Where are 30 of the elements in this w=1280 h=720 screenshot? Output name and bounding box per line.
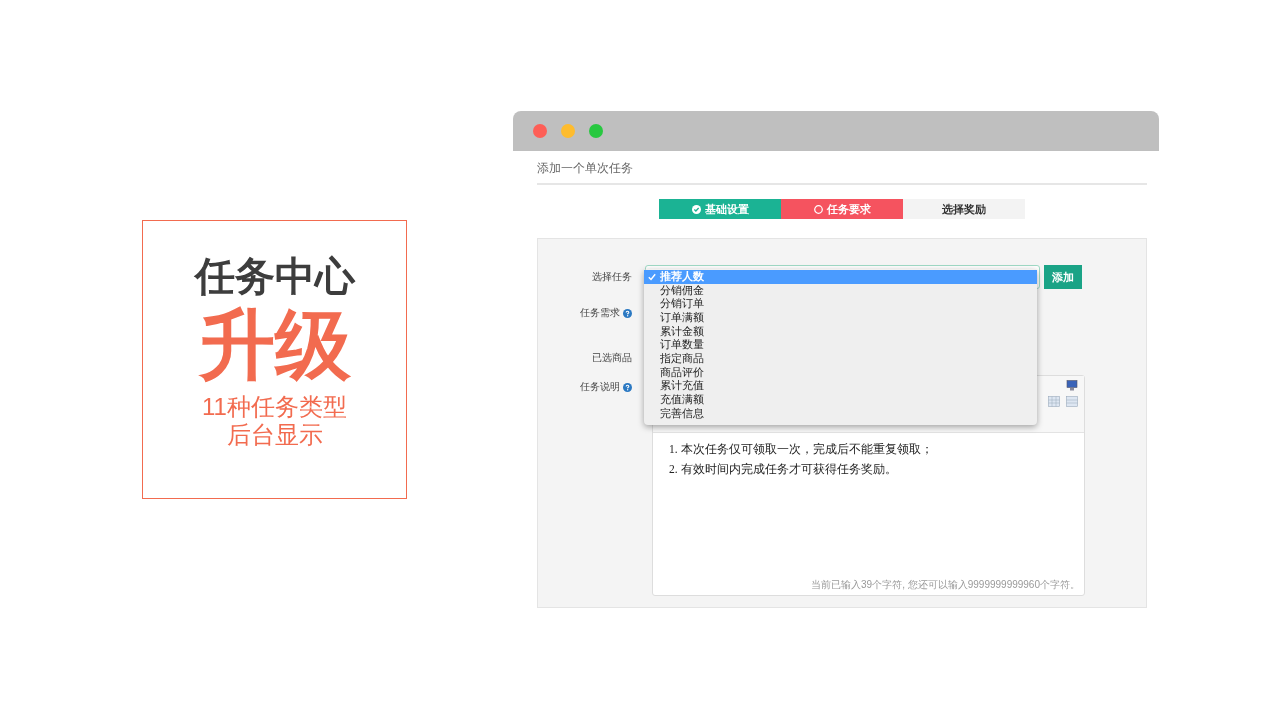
table-icon[interactable]	[1066, 396, 1078, 407]
monitor-icon[interactable]	[1066, 380, 1078, 391]
dropdown-option[interactable]: 分销佣金	[644, 283, 1037, 298]
promo-subtitle: 11种任务类型	[202, 393, 347, 421]
window-control-icon[interactable]	[589, 124, 603, 138]
page-title: 添加一个单次任务	[537, 151, 1147, 185]
step-tab[interactable]: 选择奖励	[903, 199, 1025, 219]
table-icon[interactable]	[1048, 396, 1060, 407]
help-icon[interactable]	[623, 308, 632, 318]
window-control-icon[interactable]	[533, 124, 547, 138]
description-line: 1. 本次任务仅可领取一次，完成后不能重复领取；	[669, 442, 934, 457]
window-control-icon[interactable]	[561, 124, 575, 138]
field-label: 任务说明	[580, 380, 620, 394]
dropdown-option[interactable]: 订单满额	[644, 311, 1037, 325]
dropdown-option[interactable]: 订单数量	[644, 338, 1037, 353]
check-icon	[648, 273, 656, 281]
dropdown-option[interactable]: 分销订单	[644, 297, 1037, 312]
promo-subtitle: 后台显示	[226, 421, 323, 449]
field-label: 已选商品	[592, 351, 632, 365]
field-label: 任务需求	[580, 306, 620, 320]
character-counter: 当前已输入39个字符, 您还可以输入9999999999960个字符。	[810, 578, 1081, 592]
check-circle-icon	[691, 204, 701, 214]
dropdown-option[interactable]: 累计金额	[644, 324, 1037, 339]
field-label: 选择任务	[592, 270, 632, 284]
promo-highlight: 升级	[198, 303, 351, 387]
description-line: 2. 有效时间内完成任务才可获得任务奖励。	[669, 462, 898, 477]
dropdown-option[interactable]: 指定商品	[644, 352, 1037, 366]
help-icon[interactable]	[623, 382, 632, 392]
promo-heading: 任务中心	[194, 253, 355, 300]
circle-icon	[813, 204, 823, 214]
